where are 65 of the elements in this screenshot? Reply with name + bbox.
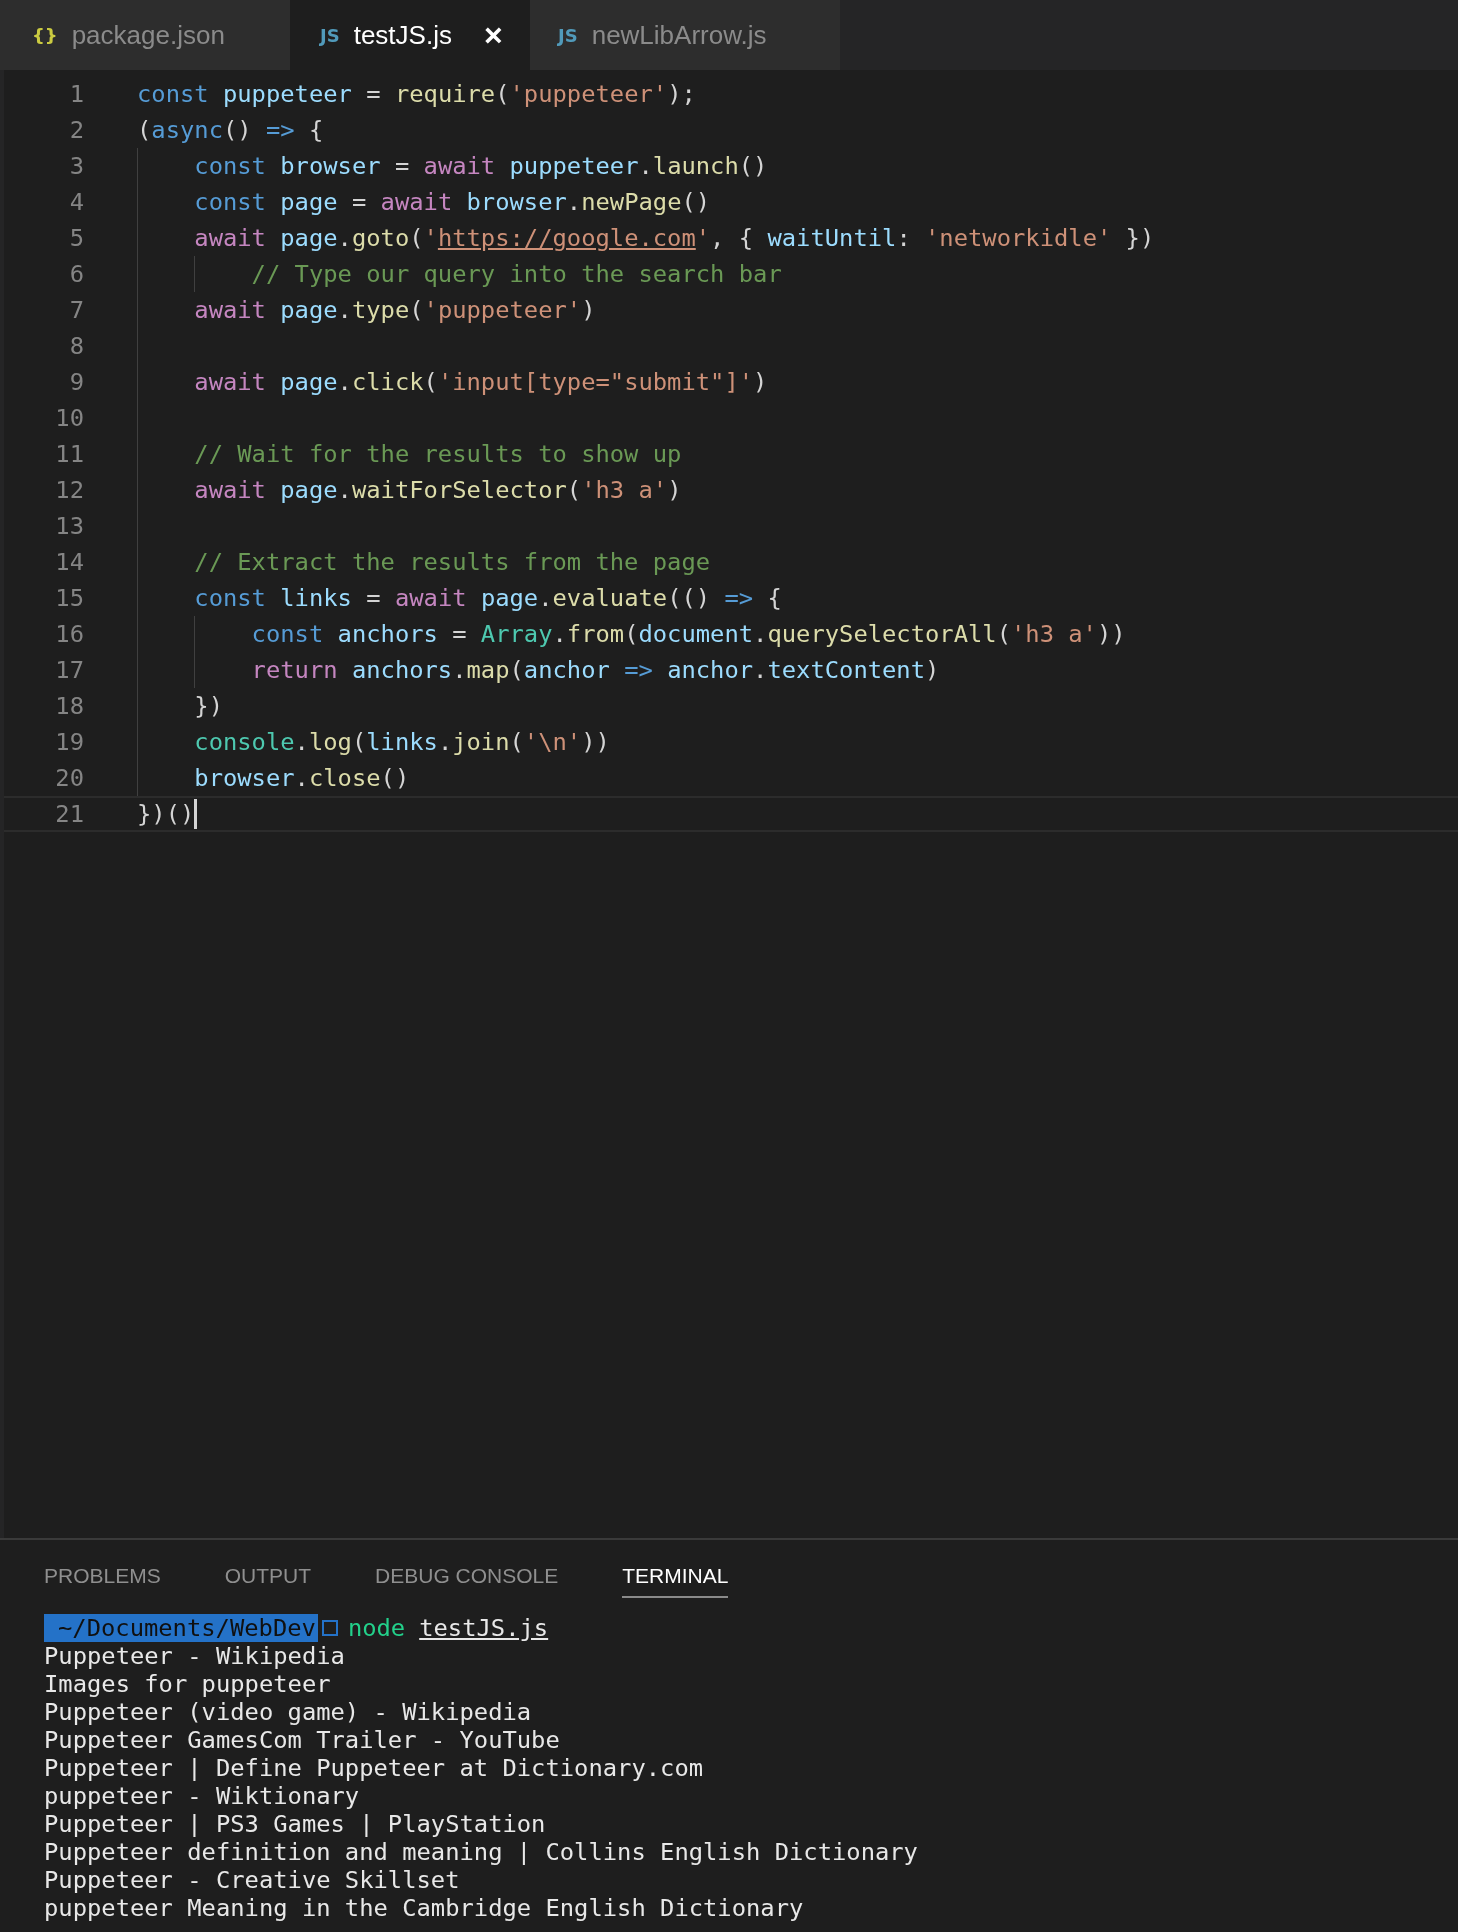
line-number: 2: [68, 116, 84, 144]
line-number: 12: [54, 476, 84, 504]
terminal-output-line: Images for puppeteer: [44, 1670, 332, 1698]
line-number: 18: [54, 692, 84, 720]
line-number: 17: [54, 656, 84, 684]
panel-tab[interactable]: PROBLEMS: [44, 1564, 161, 1598]
terminal-output-line: Puppeteer GamesCom Trailer - YouTube: [44, 1726, 561, 1754]
line-number: 9: [68, 368, 84, 396]
line-number: 19: [54, 728, 84, 756]
code-line: // Extract the results from the page: [193, 548, 711, 576]
code-line: // Type our query into the search bar: [250, 260, 782, 288]
editor-tab[interactable]: JS testJS.js ×: [290, 0, 530, 70]
line-number: 10: [54, 404, 84, 432]
code-line: })(): [137, 800, 195, 828]
code-line: const page = await browser.newPage(): [193, 188, 711, 216]
text-cursor: [194, 799, 198, 829]
code-line: await page.type('puppeteer'): [193, 296, 596, 324]
line-number: 1: [68, 80, 84, 108]
line-number: 16: [54, 620, 84, 648]
terminal-output-line: Puppeteer - Wikipedia: [44, 1642, 346, 1670]
code-line: await page.goto('https://google.com', { waitUntil: 'networkidle' }): [193, 224, 1155, 252]
panel-tab[interactable]: TERMINAL: [622, 1564, 729, 1598]
code-line: const anchors = Array.from(document.querySelectorAll('h3 a')): [250, 620, 1126, 648]
line-number: 20: [54, 764, 84, 792]
panel-tab[interactable]: OUTPUT: [224, 1564, 312, 1598]
file-type-icon: {}: [32, 24, 58, 46]
terminal-output-line: Puppeteer | PS3 Games | PlayStation: [44, 1810, 547, 1838]
line-number: 4: [68, 188, 84, 216]
terminal-output-line: puppeteer Meaning in the Cambridge English Dictionary: [44, 1894, 805, 1922]
line-number: 14: [54, 548, 84, 576]
line-number: 21: [54, 800, 84, 828]
terminal-output-line: Puppeteer (video game) - Wikipedia: [44, 1698, 533, 1726]
line-number: 3: [68, 152, 84, 180]
file-type-icon: JS: [558, 24, 578, 46]
terminal-argument: testJS.js: [419, 1614, 549, 1642]
close-icon[interactable]: ×: [483, 19, 503, 51]
code-line: await page.click('input[type="submit"]'): [193, 368, 768, 396]
terminal-output-line: Puppeteer - Creative Skillset: [44, 1866, 461, 1894]
code-line: const links = await page.evaluate(() => {: [193, 584, 782, 612]
line-number: 13: [54, 512, 84, 540]
code-line: // Wait for the results to show up: [193, 440, 682, 468]
terminal-command: node: [347, 1614, 406, 1642]
code-line: const puppeteer = require('puppeteer');: [137, 80, 696, 108]
code-line: console.log(links.join('\n')): [193, 728, 610, 756]
line-number: 6: [68, 260, 84, 288]
code-line: return anchors.map(anchor => anchor.textContent): [250, 656, 940, 684]
line-number: 8: [68, 332, 84, 360]
code-line: browser.close(): [193, 764, 410, 792]
editor-tab[interactable]: {} package.json: [0, 0, 290, 70]
terminal-output-line: Puppeteer | Define Puppeteer at Dictionary.com: [44, 1754, 705, 1782]
code-line: (async() => {: [137, 116, 324, 144]
line-number: 5: [68, 224, 84, 252]
line-number: 11: [54, 440, 84, 468]
prompt-path: ~/Documents/WebDev: [44, 1614, 318, 1642]
line-number: 7: [68, 296, 84, 324]
line-number: 15: [54, 584, 84, 612]
code-line: }): [193, 692, 223, 720]
panel-tab[interactable]: DEBUG CONSOLE: [375, 1564, 559, 1598]
code-line: await page.waitForSelector('h3 a'): [193, 476, 682, 504]
terminal-output-line: Puppeteer definition and meaning | Collins English Dictionary: [44, 1838, 919, 1866]
file-type-icon: JS: [320, 24, 340, 46]
editor-tab[interactable]: JS newLibArrow.js: [530, 0, 840, 70]
terminal-output-line: puppeteer - Wiktionary: [44, 1782, 361, 1810]
code-line: const browser = await puppeteer.launch(): [193, 152, 768, 180]
square-icon: [321, 1620, 338, 1636]
